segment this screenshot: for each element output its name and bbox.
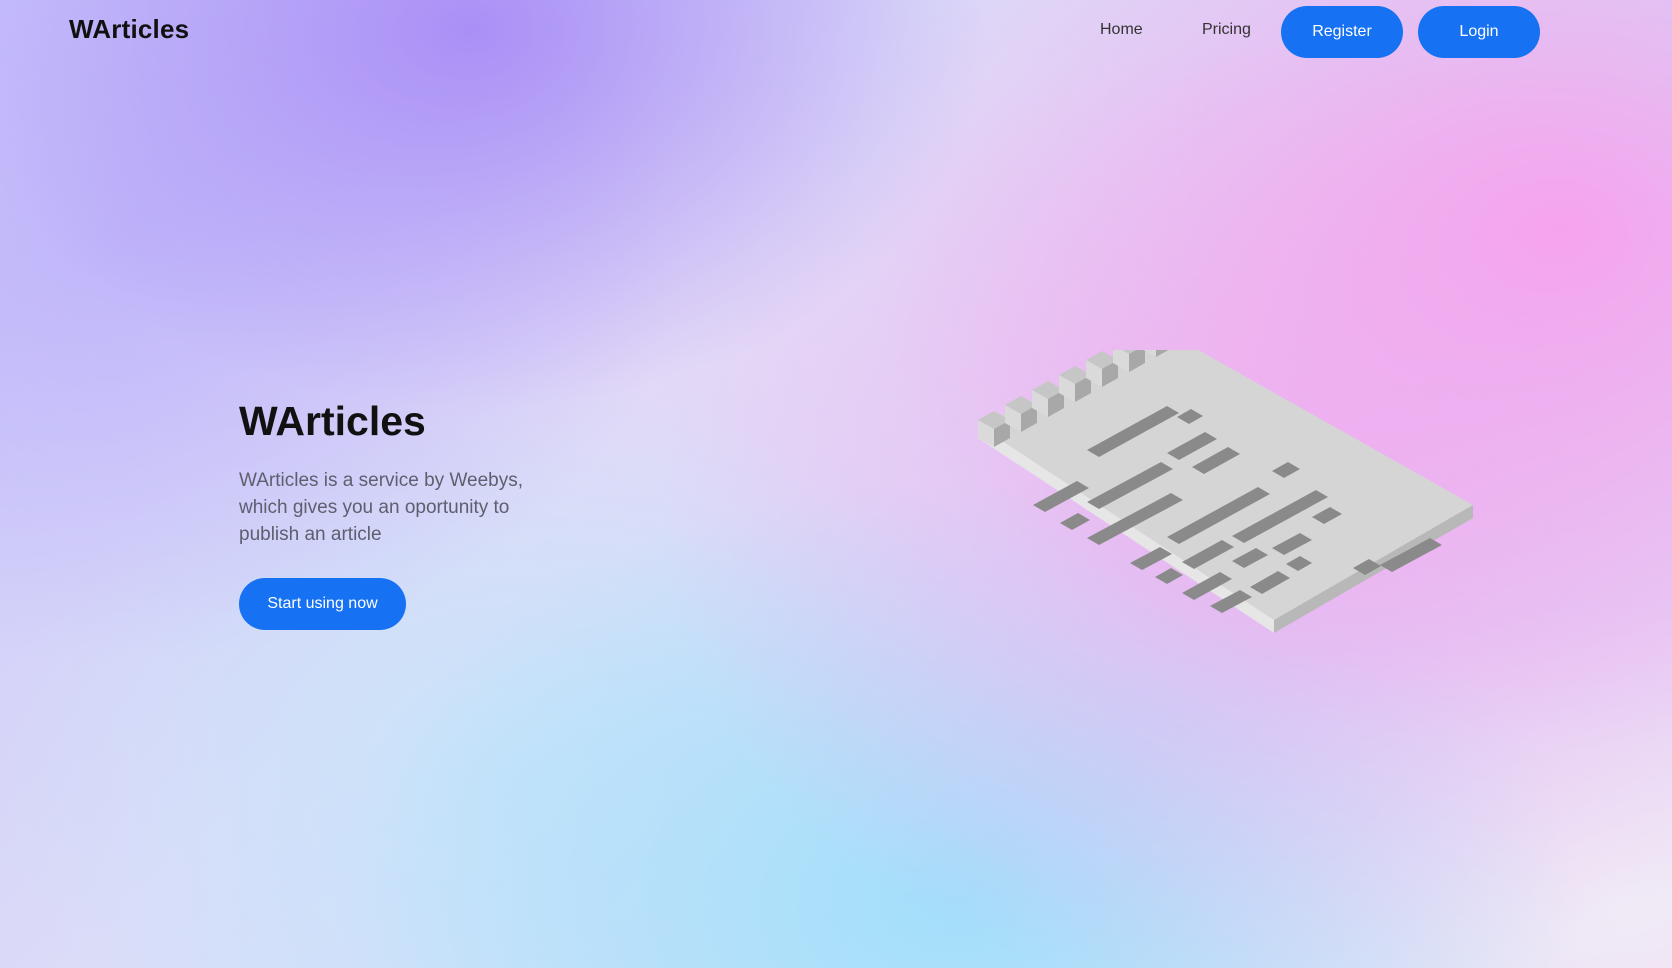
nav-link-home[interactable]: Home [1100,21,1143,39]
hero-title: WArticles [239,398,426,444]
landing-page: WArticles Home Pricing Register Login WA… [0,0,1672,968]
hero-description: WArticles is a service by Weebys, which … [239,470,524,545]
brand-logo[interactable]: WArticles [69,14,189,45]
top-navbar: WArticles Home Pricing Register Login [0,0,1672,62]
isometric-document-illustration [978,350,1473,633]
login-button[interactable]: Login [1418,6,1540,58]
register-button[interactable]: Register [1281,6,1403,58]
start-using-button[interactable]: Start using now [239,578,406,630]
nav-link-pricing[interactable]: Pricing [1202,21,1251,39]
